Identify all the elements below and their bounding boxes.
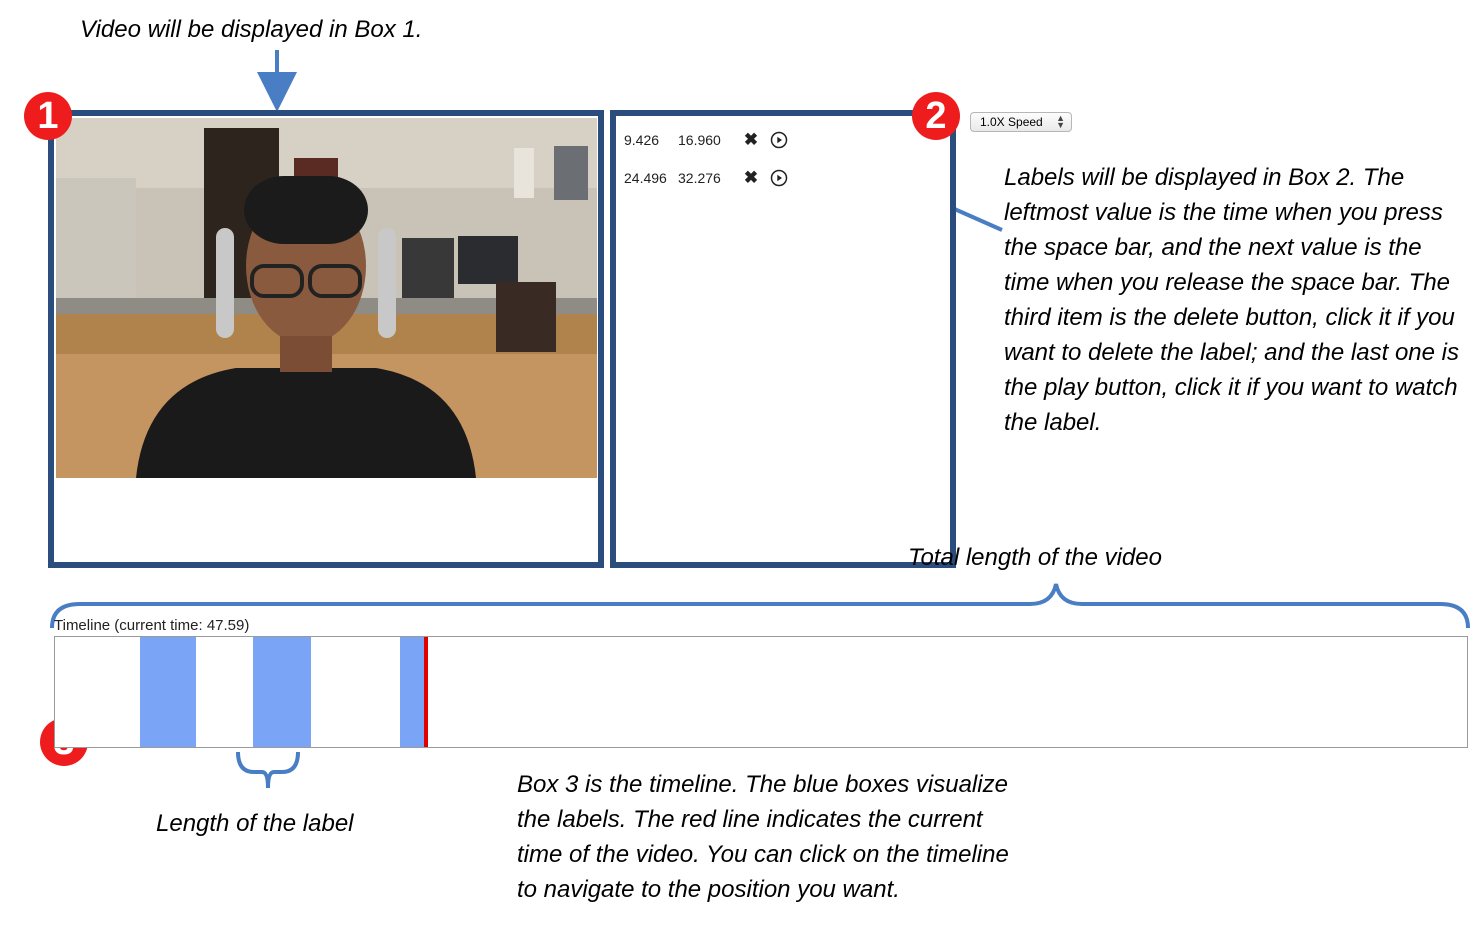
play-circle-icon[interactable] <box>770 169 788 187</box>
timeline-title: Timeline (current time: 47.59) <box>54 617 250 634</box>
label-length-brace <box>236 751 300 789</box>
video-box <box>48 110 604 568</box>
box3-annotation: Box 3 is the timeline. The blue boxes vi… <box>517 771 1009 903</box>
label-length-annotation: Length of the label <box>156 810 354 837</box>
labels-box: 9.426 16.960 ✖ 24.496 32.276 ✖ <box>610 110 956 568</box>
video-frame[interactable] <box>56 118 597 478</box>
label-start-time: 9.426 <box>624 132 660 148</box>
label-end-time: 32.276 <box>678 170 721 186</box>
timeline-current-time-marker <box>423 637 428 747</box>
timeline-label-segment <box>139 637 197 747</box>
total-length-annotation: Total length of the video <box>908 544 1162 571</box>
speed-select[interactable]: 1.0X Speed ▲ ▼ <box>970 112 1072 132</box>
badge-one: 1 <box>24 92 72 140</box>
box1-annotation: Video will be displayed in Box 1. <box>80 16 423 43</box>
close-icon[interactable]: ✖ <box>740 168 762 188</box>
label-start-time: 24.496 <box>624 170 667 186</box>
play-circle-icon[interactable] <box>770 131 788 149</box>
timeline-label-segment <box>399 637 426 747</box>
label-end-time: 16.960 <box>678 132 721 148</box>
speed-select-value: 1.0X Speed <box>980 115 1043 129</box>
timeline-label-segment <box>252 637 312 747</box>
label-item: 24.496 32.276 ✖ <box>624 166 788 190</box>
total-length-brace <box>50 583 1470 629</box>
updown-arrow-icon: ▲ ▼ <box>1056 113 1065 130</box>
close-icon[interactable]: ✖ <box>740 130 762 150</box>
timeline[interactable] <box>54 636 1468 748</box>
box2-annotation: Labels will be displayed in Box 2. The l… <box>1004 164 1459 436</box>
label-item: 9.426 16.960 ✖ <box>624 128 788 152</box>
badge-two: 2 <box>912 92 960 140</box>
